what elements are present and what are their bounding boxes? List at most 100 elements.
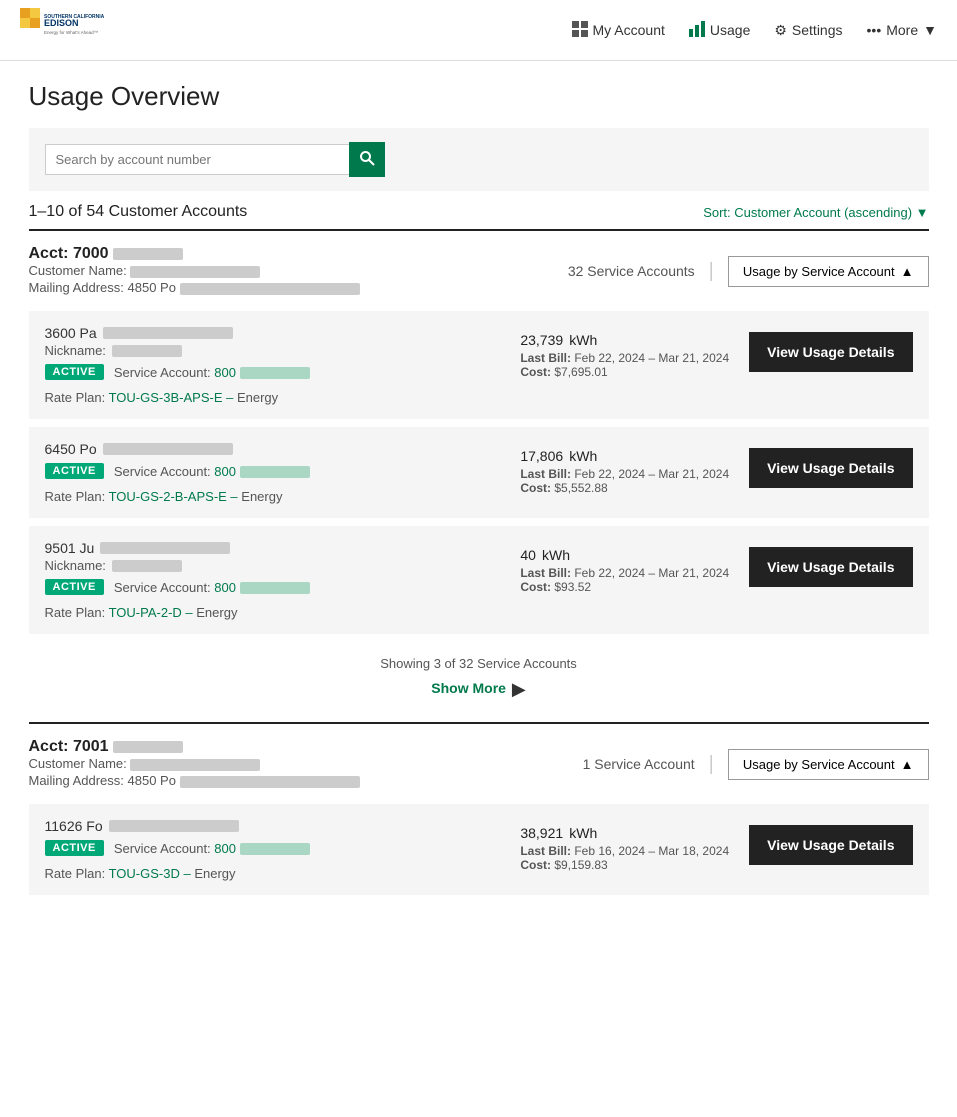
service-accounts-count-1: 1 Service Account (583, 756, 695, 772)
sa-cost-0-2: Cost: $93.52 (520, 580, 729, 594)
customer-header-0: Acct: 7000 Customer Name: Mailing Addres… (29, 231, 929, 303)
nav-more-label: More (886, 22, 918, 38)
nav-my-account-label: My Account (593, 22, 665, 38)
customer-address-0: Mailing Address: 4850 Po (29, 280, 360, 295)
search-button[interactable] (349, 142, 385, 177)
service-accounts-list-1: 11626 Fo ACTIVE Service Account: 800 (29, 804, 929, 909)
sa-row-0-1: ACTIVE Service Account: 800 Rate Plan: (45, 463, 501, 504)
sa-account-link-0-2[interactable]: 800 (214, 580, 309, 595)
sa-account-link-0-0[interactable]: 800 (214, 365, 309, 380)
status-badge-0-0: ACTIVE (45, 364, 104, 380)
view-usage-btn-1-0[interactable]: View Usage Details (749, 825, 912, 865)
chevron-up-icon-1: ▲ (901, 757, 914, 772)
main-content: Usage Overview 1–10 of 54 Customer Accou… (9, 61, 949, 939)
customer-acct-num-1: Acct: 7001 (29, 738, 360, 756)
showing-text-0: Showing 3 of 32 Service Accounts (29, 648, 929, 675)
sa-bill-date-0-2: Last Bill: Feb 22, 2024 – Mar 21, 2024 (520, 566, 729, 580)
customer-header-1: Acct: 7001 Customer Name: Mailing Addres… (29, 724, 929, 796)
customer-right-1: 1 Service Account | Usage by Service Acc… (583, 749, 929, 780)
nav-more[interactable]: ••• More ▼ (867, 22, 937, 38)
sa-rate-plan-link-1-0[interactable]: TOU-GS-3D – (109, 866, 195, 881)
sa-left-0-0: 3600 Pa Nickname: ACTIVE Service Account… (45, 325, 501, 405)
service-account-card-0-2: 9501 Ju Nickname: ACTIVE Service Account… (29, 526, 929, 634)
bar-chart-icon (689, 21, 705, 40)
sa-account-link-1-0[interactable]: 800 (214, 841, 309, 856)
redacted-name-0 (130, 266, 260, 278)
sa-address-0-0: 3600 Pa (45, 325, 501, 341)
sa-rate-plan-link-0-0[interactable]: TOU-GS-3B-APS-E – (109, 390, 237, 405)
results-row: 1–10 of 54 Customer Accounts Sort: Custo… (29, 191, 929, 231)
customer-info-1: Acct: 7001 Customer Name: Mailing Addres… (29, 738, 360, 790)
redacted-address-0 (180, 283, 360, 295)
nav-settings[interactable]: ⚙ Settings (774, 22, 842, 39)
status-badge-1-0: ACTIVE (45, 840, 104, 856)
sa-kwh-1-0: 38,921 kWh (520, 818, 729, 844)
nav-right: My Account Usage ⚙ Settings ••• More ▼ (572, 21, 937, 40)
sa-row-1-0: ACTIVE Service Account: 800 Rate Plan: (45, 840, 501, 881)
chevron-down-icon: ▼ (923, 22, 937, 38)
sa-usage-0-0: 23,739 kWh Last Bill: Feb 22, 2024 – Mar… (520, 325, 729, 379)
redacted-address-1 (180, 776, 360, 788)
usage-dropdown-0[interactable]: Usage by Service Account ▲ (728, 256, 929, 287)
redacted-sa-addr-0-1 (103, 443, 233, 455)
sa-right-0-2: 40 kWh Last Bill: Feb 22, 2024 – Mar 21,… (520, 540, 912, 594)
sce-logo: SOUTHERN CALIFORNIA EDISON Energy for Wh… (20, 8, 120, 52)
search-input[interactable] (45, 144, 349, 175)
redacted-sa-addr-0-0 (103, 327, 233, 339)
grid-icon (572, 21, 588, 40)
chevron-up-icon-0: ▲ (901, 264, 914, 279)
sa-right-1-0: 38,921 kWh Last Bill: Feb 16, 2024 – Mar… (520, 818, 912, 872)
sa-row-0-2: ACTIVE Service Account: 800 Rate Plan: (45, 579, 501, 620)
sa-bill-date-0-0: Last Bill: Feb 22, 2024 – Mar 21, 2024 (520, 351, 729, 365)
customer-address-1: Mailing Address: 4850 Po (29, 773, 360, 788)
sa-rate-plan-link-0-1[interactable]: TOU-GS-2-B-APS-E – (109, 489, 242, 504)
redacted-nickname-0-0 (112, 345, 182, 357)
usage-dropdown-1[interactable]: Usage by Service Account ▲ (728, 749, 929, 780)
svg-text:Energy for What's Ahead™: Energy for What's Ahead™ (44, 30, 98, 35)
view-usage-btn-0-0[interactable]: View Usage Details (749, 332, 912, 372)
sort-value[interactable]: Customer Account (ascending) ▼ (734, 205, 928, 220)
show-more-anchor-0[interactable]: Show More (431, 680, 506, 696)
sa-account-link-0-1[interactable]: 800 (214, 464, 309, 479)
header: SOUTHERN CALIFORNIA EDISON Energy for Wh… (0, 0, 957, 61)
view-usage-btn-0-2[interactable]: View Usage Details (749, 547, 912, 587)
sa-address-0-2: 9501 Ju (45, 540, 501, 556)
customer-name-1: Customer Name: (29, 756, 360, 771)
svg-text:EDISON: EDISON (44, 18, 79, 28)
sa-account-num-0-2: Service Account: 800 (114, 580, 310, 595)
dots-icon: ••• (867, 22, 882, 38)
sa-right-0-1: 17,806 kWh Last Bill: Feb 22, 2024 – Mar… (520, 441, 912, 495)
sa-cost-1-0: Cost: $9,159.83 (520, 858, 729, 872)
sa-left-1-0: 11626 Fo ACTIVE Service Account: 800 (45, 818, 501, 881)
search-row (45, 142, 385, 177)
sa-left-0-1: 6450 Po ACTIVE Service Account: 800 (45, 441, 501, 504)
nav-my-account[interactable]: My Account (572, 21, 665, 40)
sa-right-0-0: 23,739 kWh Last Bill: Feb 22, 2024 – Mar… (520, 325, 912, 379)
sa-left-0-2: 9501 Ju Nickname: ACTIVE Service Account… (45, 540, 501, 620)
sa-cost-0-1: Cost: $5,552.88 (520, 481, 729, 495)
sa-rate-plan-link-0-2[interactable]: TOU-PA-2-D – (109, 605, 197, 620)
status-badge-0-2: ACTIVE (45, 579, 104, 595)
sa-account-num-1-0: Service Account: 800 (114, 841, 310, 856)
nav-usage[interactable]: Usage (689, 21, 750, 40)
sort-label[interactable]: Sort: Customer Account (ascending) ▼ (703, 205, 928, 220)
redacted-name-1 (130, 759, 260, 771)
sa-bill-date-1-0: Last Bill: Feb 16, 2024 – Mar 18, 2024 (520, 844, 729, 858)
service-account-card-0-1: 6450 Po ACTIVE Service Account: 800 (29, 427, 929, 518)
redacted-nickname-0-2 (112, 560, 182, 572)
sa-rate-plan-1-0: Rate Plan: TOU-GS-3D – Energy (45, 866, 236, 881)
redacted-sa-addr-0-2 (100, 542, 230, 554)
sa-usage-1-0: 38,921 kWh Last Bill: Feb 16, 2024 – Mar… (520, 818, 729, 872)
redacted-sa-addr-1-0 (109, 820, 239, 832)
customer-name-0: Customer Name: (29, 263, 360, 278)
customer-acct-num-0: Acct: 7000 (29, 245, 360, 263)
customer-right-0: 32 Service Accounts | Usage by Service A… (568, 256, 929, 287)
service-accounts-list-0: 3600 Pa Nickname: ACTIVE Service Account… (29, 311, 929, 648)
show-more-link-0[interactable]: Show More ▶ (29, 675, 929, 712)
search-area (29, 128, 929, 191)
sa-account-num-0-1: Service Account: 800 (114, 464, 310, 479)
sa-address-1-0: 11626 Fo (45, 818, 501, 834)
customer-block-1: Acct: 7001 Customer Name: Mailing Addres… (29, 724, 929, 919)
redacted-acct-0 (113, 248, 183, 260)
view-usage-btn-0-1[interactable]: View Usage Details (749, 448, 912, 488)
